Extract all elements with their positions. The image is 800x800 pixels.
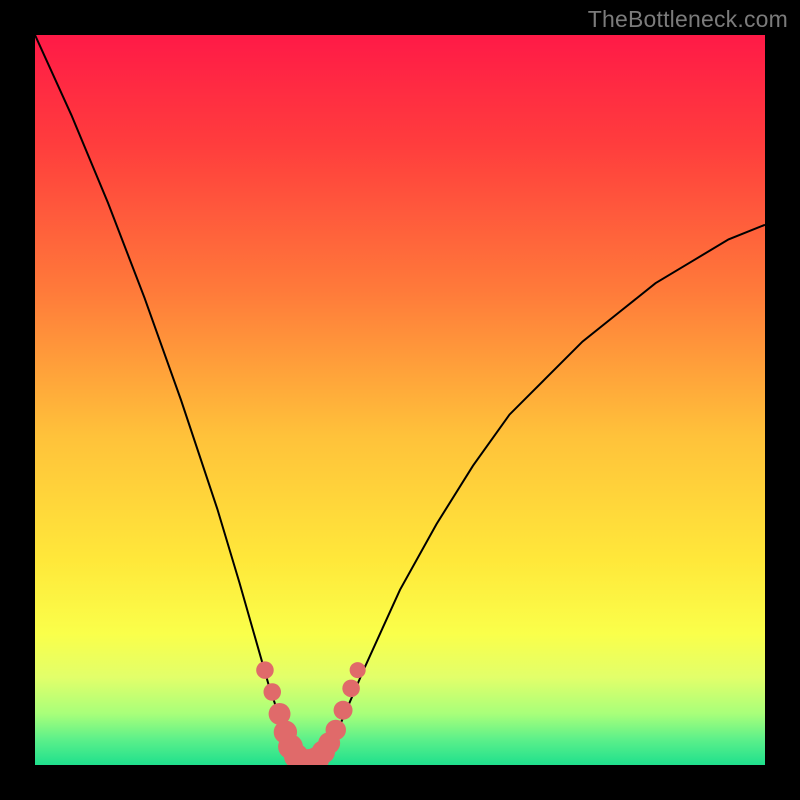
curve-marker	[263, 683, 281, 701]
curve-marker	[256, 661, 274, 679]
bottleneck-curve	[35, 35, 765, 765]
curve-marker	[326, 720, 346, 740]
chart-frame: TheBottleneck.com	[0, 0, 800, 800]
curve-layer	[35, 35, 765, 765]
plot-area	[35, 35, 765, 765]
watermark-text: TheBottleneck.com	[588, 6, 788, 33]
curve-marker	[350, 662, 366, 678]
curve-marker	[334, 701, 353, 720]
marker-group	[256, 661, 366, 765]
curve-marker	[342, 680, 360, 698]
